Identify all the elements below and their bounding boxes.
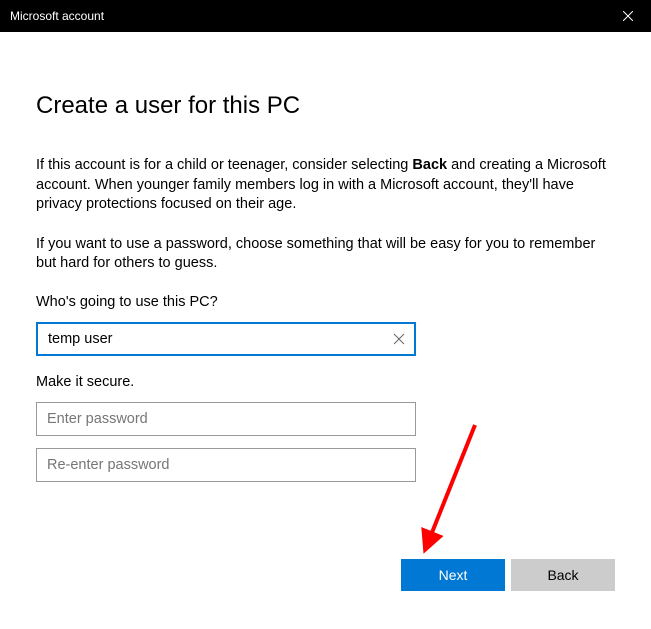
close-icon [623, 11, 633, 21]
next-button[interactable]: Next [401, 559, 505, 591]
password-confirm-field-wrap [36, 448, 416, 482]
info-paragraph-1: If this account is for a child or teenag… [36, 156, 615, 215]
password-field-wrap [36, 402, 416, 436]
username-field-wrap [36, 322, 416, 356]
back-button[interactable]: Back [511, 559, 615, 591]
username-label: Who's going to use this PC? [36, 294, 615, 310]
para1-pre: If this account is for a child or teenag… [36, 157, 412, 173]
username-input[interactable] [36, 322, 416, 356]
para1-bold: Back [412, 157, 447, 173]
titlebar: Microsoft account [0, 0, 651, 32]
titlebar-title: Microsoft account [10, 9, 104, 23]
secure-label: Make it secure. [36, 374, 615, 390]
content-area: Create a user for this PC If this accoun… [0, 32, 651, 482]
password-confirm-input[interactable] [36, 448, 416, 482]
close-button[interactable] [605, 0, 651, 32]
clear-username-button[interactable] [386, 326, 412, 352]
page-title: Create a user for this PC [36, 92, 615, 120]
password-input[interactable] [36, 402, 416, 436]
dialog-window: Microsoft account Create a user for this… [0, 0, 651, 629]
dialog-footer: Next Back [401, 559, 615, 591]
close-icon [393, 333, 405, 345]
info-paragraph-2: If you want to use a password, choose so… [36, 235, 615, 274]
